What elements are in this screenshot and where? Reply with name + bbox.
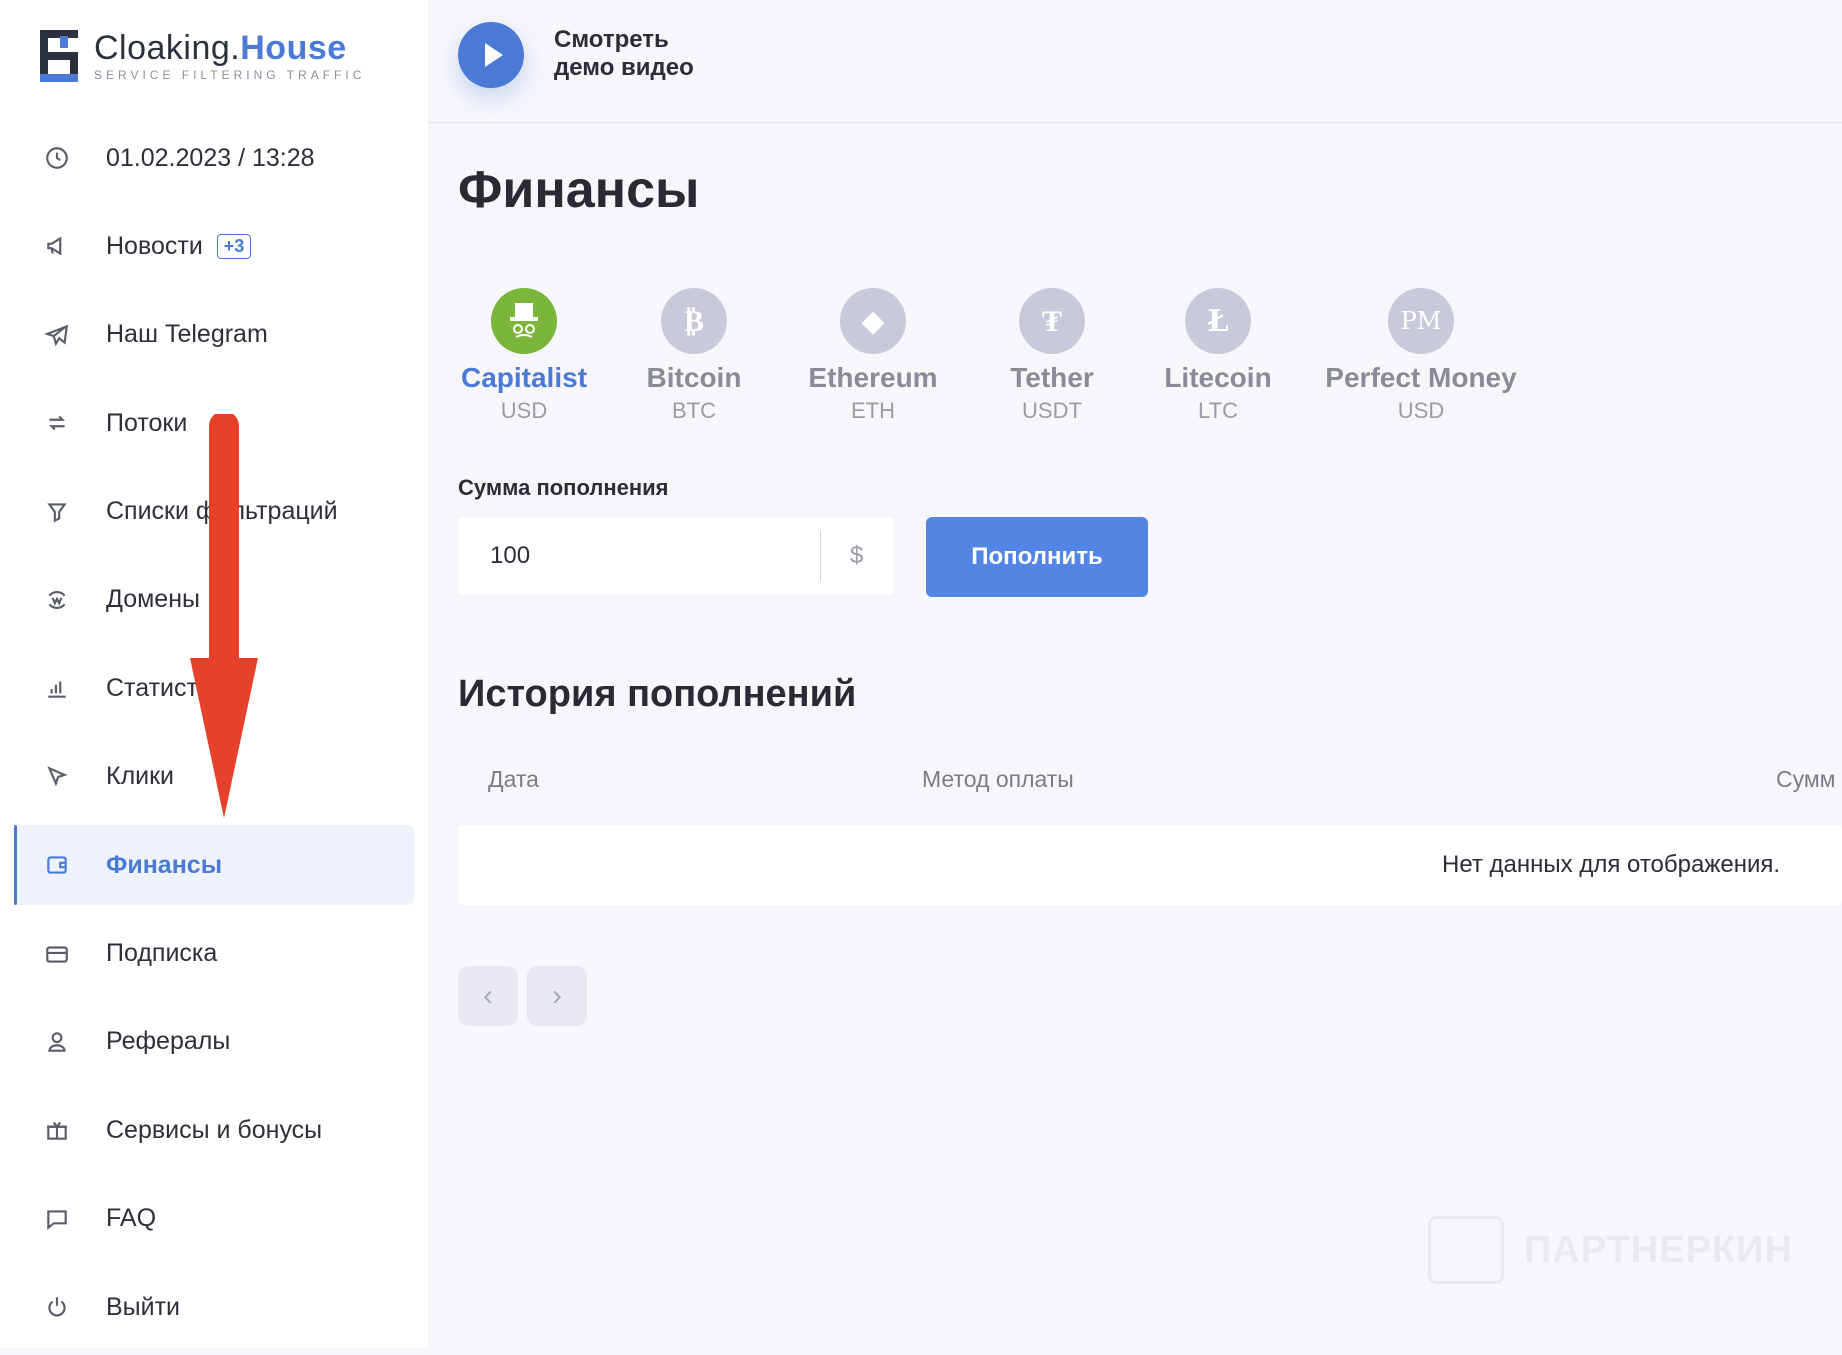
sidebar-item-label: Выйти	[106, 1292, 181, 1321]
amount-divider	[820, 531, 821, 581]
chat-icon	[44, 1206, 94, 1232]
method-currency: USD	[1397, 398, 1445, 423]
sidebar-item-telegram[interactable]: Наш Telegram	[14, 295, 414, 375]
sidebar-item-label: Наш Telegram	[106, 320, 268, 349]
sidebar-item-label: Клики	[106, 762, 175, 791]
power-icon	[44, 1294, 94, 1320]
sidebar-item-label: Потоки	[106, 408, 188, 437]
amount-input[interactable]	[488, 541, 792, 571]
method-tether[interactable]: ₮ Tether USDT	[1002, 288, 1102, 424]
cursor-icon	[44, 764, 94, 790]
page-title: Финансы	[458, 161, 700, 219]
bitcoin-icon: ₿	[661, 288, 727, 354]
gift-icon	[44, 1117, 94, 1143]
bar-chart-icon	[44, 675, 94, 701]
method-currency: ETH	[851, 398, 895, 423]
method-capitalist[interactable]: Capitalist USD	[456, 288, 592, 424]
sidebar-item-referrals[interactable]: Рефералы	[14, 1002, 414, 1082]
logo-title: Cloaking.House	[94, 29, 347, 67]
play-icon	[484, 43, 503, 67]
amount-label: Сумма пополнения	[458, 475, 669, 500]
method-name: Tether	[1010, 362, 1094, 393]
sidebar-item-label: Рефералы	[106, 1027, 231, 1056]
domain-icon	[44, 587, 94, 613]
prev-page-button[interactable]: ‹	[458, 966, 518, 1026]
sidebar-item-finances[interactable]: Финансы	[14, 825, 414, 906]
tether-icon: ₮	[1019, 288, 1085, 354]
sidebar-item-news[interactable]: Новости +3	[14, 206, 414, 286]
play-demo-button[interactable]	[458, 22, 524, 88]
annotation-arrow-icon	[190, 414, 258, 818]
method-name: Litecoin	[1164, 362, 1272, 393]
sidebar-item-label: 01.02.2023 / 13:28	[106, 143, 315, 172]
method-litecoin[interactable]: Ł Litecoin LTC	[1156, 288, 1280, 424]
sidebar-item-subscription[interactable]: Подписка	[14, 914, 414, 994]
method-name: Perfect Money	[1325, 362, 1517, 393]
news-count-badge: +3	[216, 233, 252, 259]
sidebar-item-faq[interactable]: FAQ	[14, 1179, 414, 1259]
filter-icon	[44, 499, 94, 525]
sidebar-item-label: Подписка	[106, 939, 218, 968]
topup-button[interactable]: Пополнить	[926, 517, 1148, 597]
ethereum-icon: ◆	[840, 288, 906, 354]
logo-mark-icon	[36, 28, 82, 84]
empty-state-text: Нет данных для отображения.	[1442, 851, 1781, 878]
chevron-right-icon: ›	[552, 979, 562, 1012]
litecoin-icon: Ł	[1185, 288, 1251, 354]
column-header-date[interactable]: Дата	[488, 766, 539, 793]
amount-field: $	[458, 517, 894, 595]
user-icon	[44, 1029, 94, 1055]
amount-currency: $	[850, 542, 864, 569]
card-icon	[44, 941, 94, 967]
sidebar-item-label: Домены	[106, 585, 200, 614]
sidebar-item-label: FAQ	[106, 1204, 157, 1233]
repeat-icon	[44, 410, 94, 436]
next-page-button[interactable]: ›	[527, 966, 587, 1026]
method-currency: USDT	[1022, 398, 1082, 423]
demo-video-link[interactable]: Смотреть демо видео	[554, 26, 754, 82]
sidebar-item-label: Финансы	[106, 850, 223, 879]
telegram-icon	[44, 322, 94, 348]
logo-subtitle: SERVICE FILTERING TRAFFIC	[94, 68, 366, 82]
method-name: Ethereum	[808, 362, 938, 393]
clock-icon	[44, 145, 94, 171]
column-header-amount[interactable]: Сумм	[1776, 766, 1835, 793]
topbar: Смотреть демо видео	[428, 0, 1842, 123]
megaphone-icon	[44, 233, 94, 259]
method-name: Capitalist	[460, 362, 588, 393]
logo[interactable]: Cloaking.House SERVICE FILTERING TRAFFIC	[36, 26, 365, 86]
method-bitcoin[interactable]: ₿ Bitcoin BTC	[644, 288, 744, 424]
method-currency: BTC	[672, 398, 716, 423]
perfect-money-icon: PM	[1388, 288, 1454, 354]
column-header-payment-method[interactable]: Метод оплаты	[922, 766, 1074, 793]
capitalist-icon	[491, 288, 557, 354]
method-name: Bitcoin	[646, 362, 742, 393]
history-title: История пополнений	[458, 673, 857, 715]
method-perfect-money[interactable]: PM Perfect Money USD	[1318, 288, 1524, 424]
method-currency: LTC	[1198, 398, 1238, 423]
method-currency: USD	[500, 398, 548, 423]
sidebar-item-logout[interactable]: Выйти	[14, 1267, 414, 1347]
wallet-icon	[44, 852, 94, 878]
sidebar-item-datetime: 01.02.2023 / 13:28	[14, 118, 414, 198]
watermark-text: ПАРТНЕРКИН	[1524, 1228, 1793, 1271]
watermark-logo-icon	[1428, 1216, 1504, 1284]
watermark: ПАРТНЕРКИН	[1428, 1216, 1793, 1284]
method-ethereum[interactable]: ◆ Ethereum ETH	[802, 288, 944, 424]
sidebar-item-services-bonuses[interactable]: Сервисы и бонусы	[14, 1090, 414, 1170]
chevron-left-icon: ‹	[483, 979, 493, 1012]
sidebar-item-label: Новости	[106, 231, 203, 260]
sidebar-item-label: Сервисы и бонусы	[106, 1115, 323, 1144]
